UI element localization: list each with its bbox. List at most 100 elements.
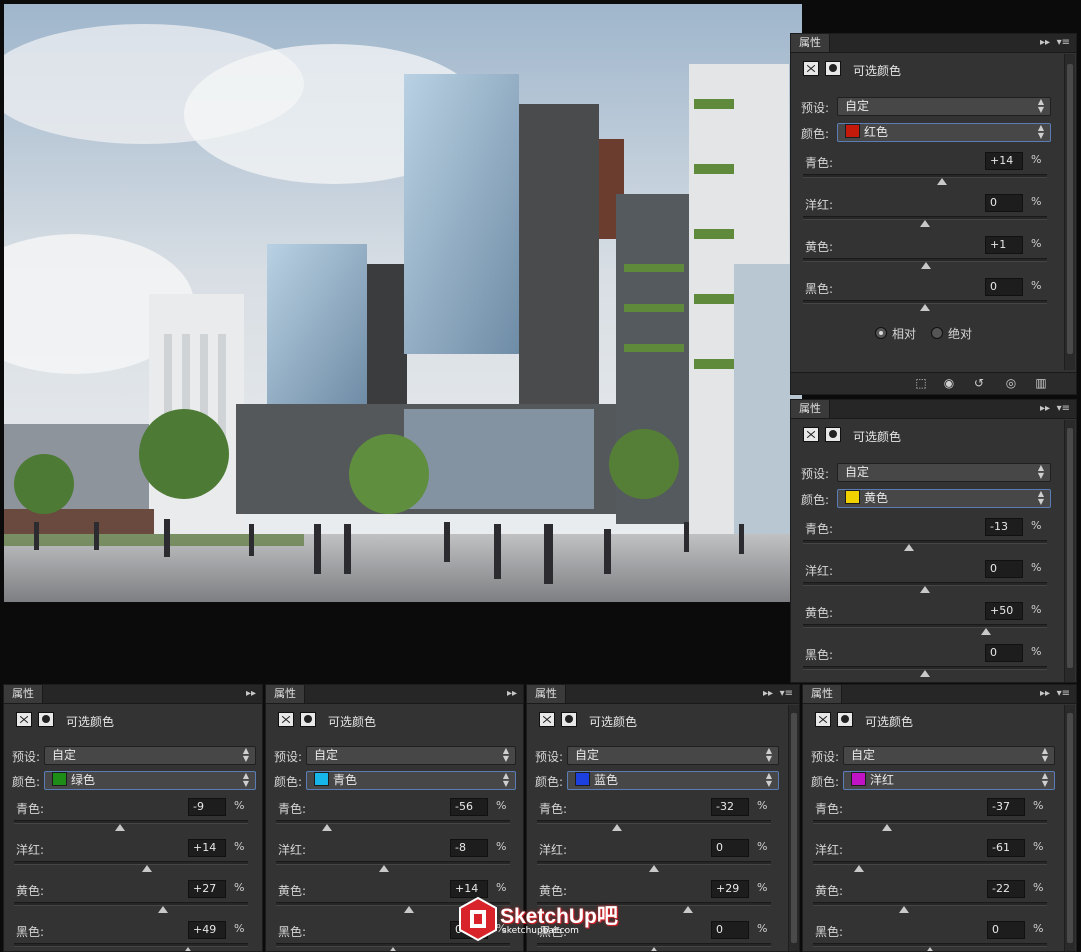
panel-menu-icon[interactable]: ▾≡ [780,685,793,703]
black-value-input[interactable]: 0 [711,921,749,939]
magenta-value-input[interactable]: 0 [711,839,749,857]
scrollbar[interactable] [1064,54,1075,370]
black-slider-thumb[interactable] [925,947,935,951]
cyan-slider-thumb[interactable] [115,824,125,831]
adjustment-layer-icon[interactable] [803,427,819,442]
adjustment-layer-icon[interactable] [16,712,32,727]
layer-mask-icon[interactable] [825,427,841,442]
panel-menu-icon[interactable]: ▾≡ [1057,685,1070,703]
cyan-slider-thumb[interactable] [612,824,622,831]
cyan-slider-track[interactable] [803,174,1047,178]
yellow-slider-track[interactable] [813,902,1047,906]
magenta-value-input[interactable]: 0 [985,194,1023,212]
collapse-icon[interactable]: ▸▸ [1040,34,1050,52]
adjustment-layer-icon[interactable] [815,712,831,727]
tab-properties[interactable]: 属性 [803,685,842,703]
cyan-value-input[interactable]: -9 [188,798,226,816]
cyan-slider-thumb[interactable] [882,824,892,831]
magenta-slider-thumb[interactable] [920,220,930,227]
scrollbar[interactable] [1064,705,1075,951]
collapse-icon[interactable]: ▸▸ [1040,400,1050,418]
yellow-value-input[interactable]: +27 [188,880,226,898]
black-slider-thumb[interactable] [920,670,930,677]
reset-icon[interactable]: ↺ [971,376,987,390]
collapse-icon[interactable]: ▸▸ [507,685,517,703]
colors-dropdown[interactable]: 青色 ▲ ▼ [306,771,516,790]
magenta-value-input[interactable]: -8 [450,839,488,857]
yellow-slider-thumb[interactable] [899,906,909,913]
black-slider-thumb[interactable] [183,947,193,951]
cyan-slider-thumb[interactable] [322,824,332,831]
black-slider-thumb[interactable] [920,304,930,311]
radio-absolute[interactable] [931,327,943,339]
magenta-slider-thumb[interactable] [649,865,659,872]
magenta-slider-thumb[interactable] [379,865,389,872]
yellow-value-input[interactable]: +29 [711,880,749,898]
black-value-input[interactable]: 0 [987,921,1025,939]
yellow-slider-track[interactable] [14,902,248,906]
cyan-value-input[interactable]: -56 [450,798,488,816]
adjustment-layer-icon[interactable] [278,712,294,727]
black-slider-thumb[interactable] [388,947,398,951]
layer-mask-icon[interactable] [561,712,577,727]
colors-dropdown[interactable]: 绿色 ▲ ▼ [44,771,256,790]
scrollbar[interactable] [788,705,799,951]
black-value-input[interactable]: 0 [985,278,1023,296]
magenta-value-input[interactable]: 0 [985,560,1023,578]
cyan-value-input[interactable]: -37 [987,798,1025,816]
layer-mask-icon[interactable] [825,61,841,76]
cyan-slider-track[interactable] [276,820,510,824]
panel-menu-icon[interactable]: ▾≡ [1057,400,1070,418]
clip-to-layer-icon[interactable]: ⬚ [913,376,929,390]
magenta-slider-track[interactable] [276,861,510,865]
black-slider-track[interactable] [14,943,248,947]
yellow-slider-thumb[interactable] [158,906,168,913]
black-slider-thumb[interactable] [649,947,659,951]
preset-dropdown[interactable]: 自定 ▲ ▼ [306,746,516,765]
preset-dropdown[interactable]: 自定 ▲ ▼ [567,746,779,765]
layer-mask-icon[interactable] [300,712,316,727]
magenta-value-input[interactable]: -61 [987,839,1025,857]
cyan-value-input[interactable]: -13 [985,518,1023,536]
yellow-value-input[interactable]: -22 [987,880,1025,898]
layer-mask-icon[interactable] [38,712,54,727]
preset-dropdown[interactable]: 自定 ▲ ▼ [837,97,1051,116]
layer-mask-icon[interactable] [837,712,853,727]
cyan-slider-track[interactable] [537,820,771,824]
tab-properties[interactable]: 属性 [4,685,43,703]
colors-dropdown[interactable]: 红色 ▲ ▼ [837,123,1051,142]
yellow-value-input[interactable]: +50 [985,602,1023,620]
tab-properties[interactable]: 属性 [266,685,305,703]
preset-dropdown[interactable]: 自定 ▲ ▼ [44,746,256,765]
tab-properties[interactable]: 属性 [791,34,830,52]
black-value-input[interactable]: +49 [188,921,226,939]
delete-trash-icon[interactable]: ▥ [1033,376,1049,390]
colors-dropdown[interactable]: 蓝色 ▲ ▼ [567,771,779,790]
cyan-slider-thumb[interactable] [937,178,947,185]
visibility-eye-icon[interactable]: ◎ [1003,376,1019,390]
cyan-slider-thumb[interactable] [904,544,914,551]
scrollbar[interactable] [1064,420,1075,682]
panel-menu-icon[interactable]: ▾≡ [1057,34,1070,52]
yellow-value-input[interactable]: +1 [985,236,1023,254]
magenta-slider-thumb[interactable] [854,865,864,872]
magenta-slider-track[interactable] [14,861,248,865]
magenta-slider-thumb[interactable] [142,865,152,872]
colors-dropdown[interactable]: 黄色 ▲ ▼ [837,489,1051,508]
cyan-slider-track[interactable] [803,540,1047,544]
adjustment-layer-icon[interactable] [539,712,555,727]
cyan-slider-track[interactable] [14,820,248,824]
yellow-slider-thumb[interactable] [921,262,931,269]
magenta-slider-thumb[interactable] [920,586,930,593]
cyan-value-input[interactable]: +14 [985,152,1023,170]
yellow-slider-thumb[interactable] [981,628,991,635]
cyan-value-input[interactable]: -32 [711,798,749,816]
view-previous-icon[interactable]: ◉ [941,376,957,390]
collapse-icon[interactable]: ▸▸ [1040,685,1050,703]
collapse-icon[interactable]: ▸▸ [763,685,773,703]
tab-properties[interactable]: 属性 [527,685,566,703]
collapse-icon[interactable]: ▸▸ [246,685,256,703]
cyan-slider-track[interactable] [813,820,1047,824]
yellow-slider-thumb[interactable] [683,906,693,913]
tab-properties[interactable]: 属性 [791,400,830,418]
